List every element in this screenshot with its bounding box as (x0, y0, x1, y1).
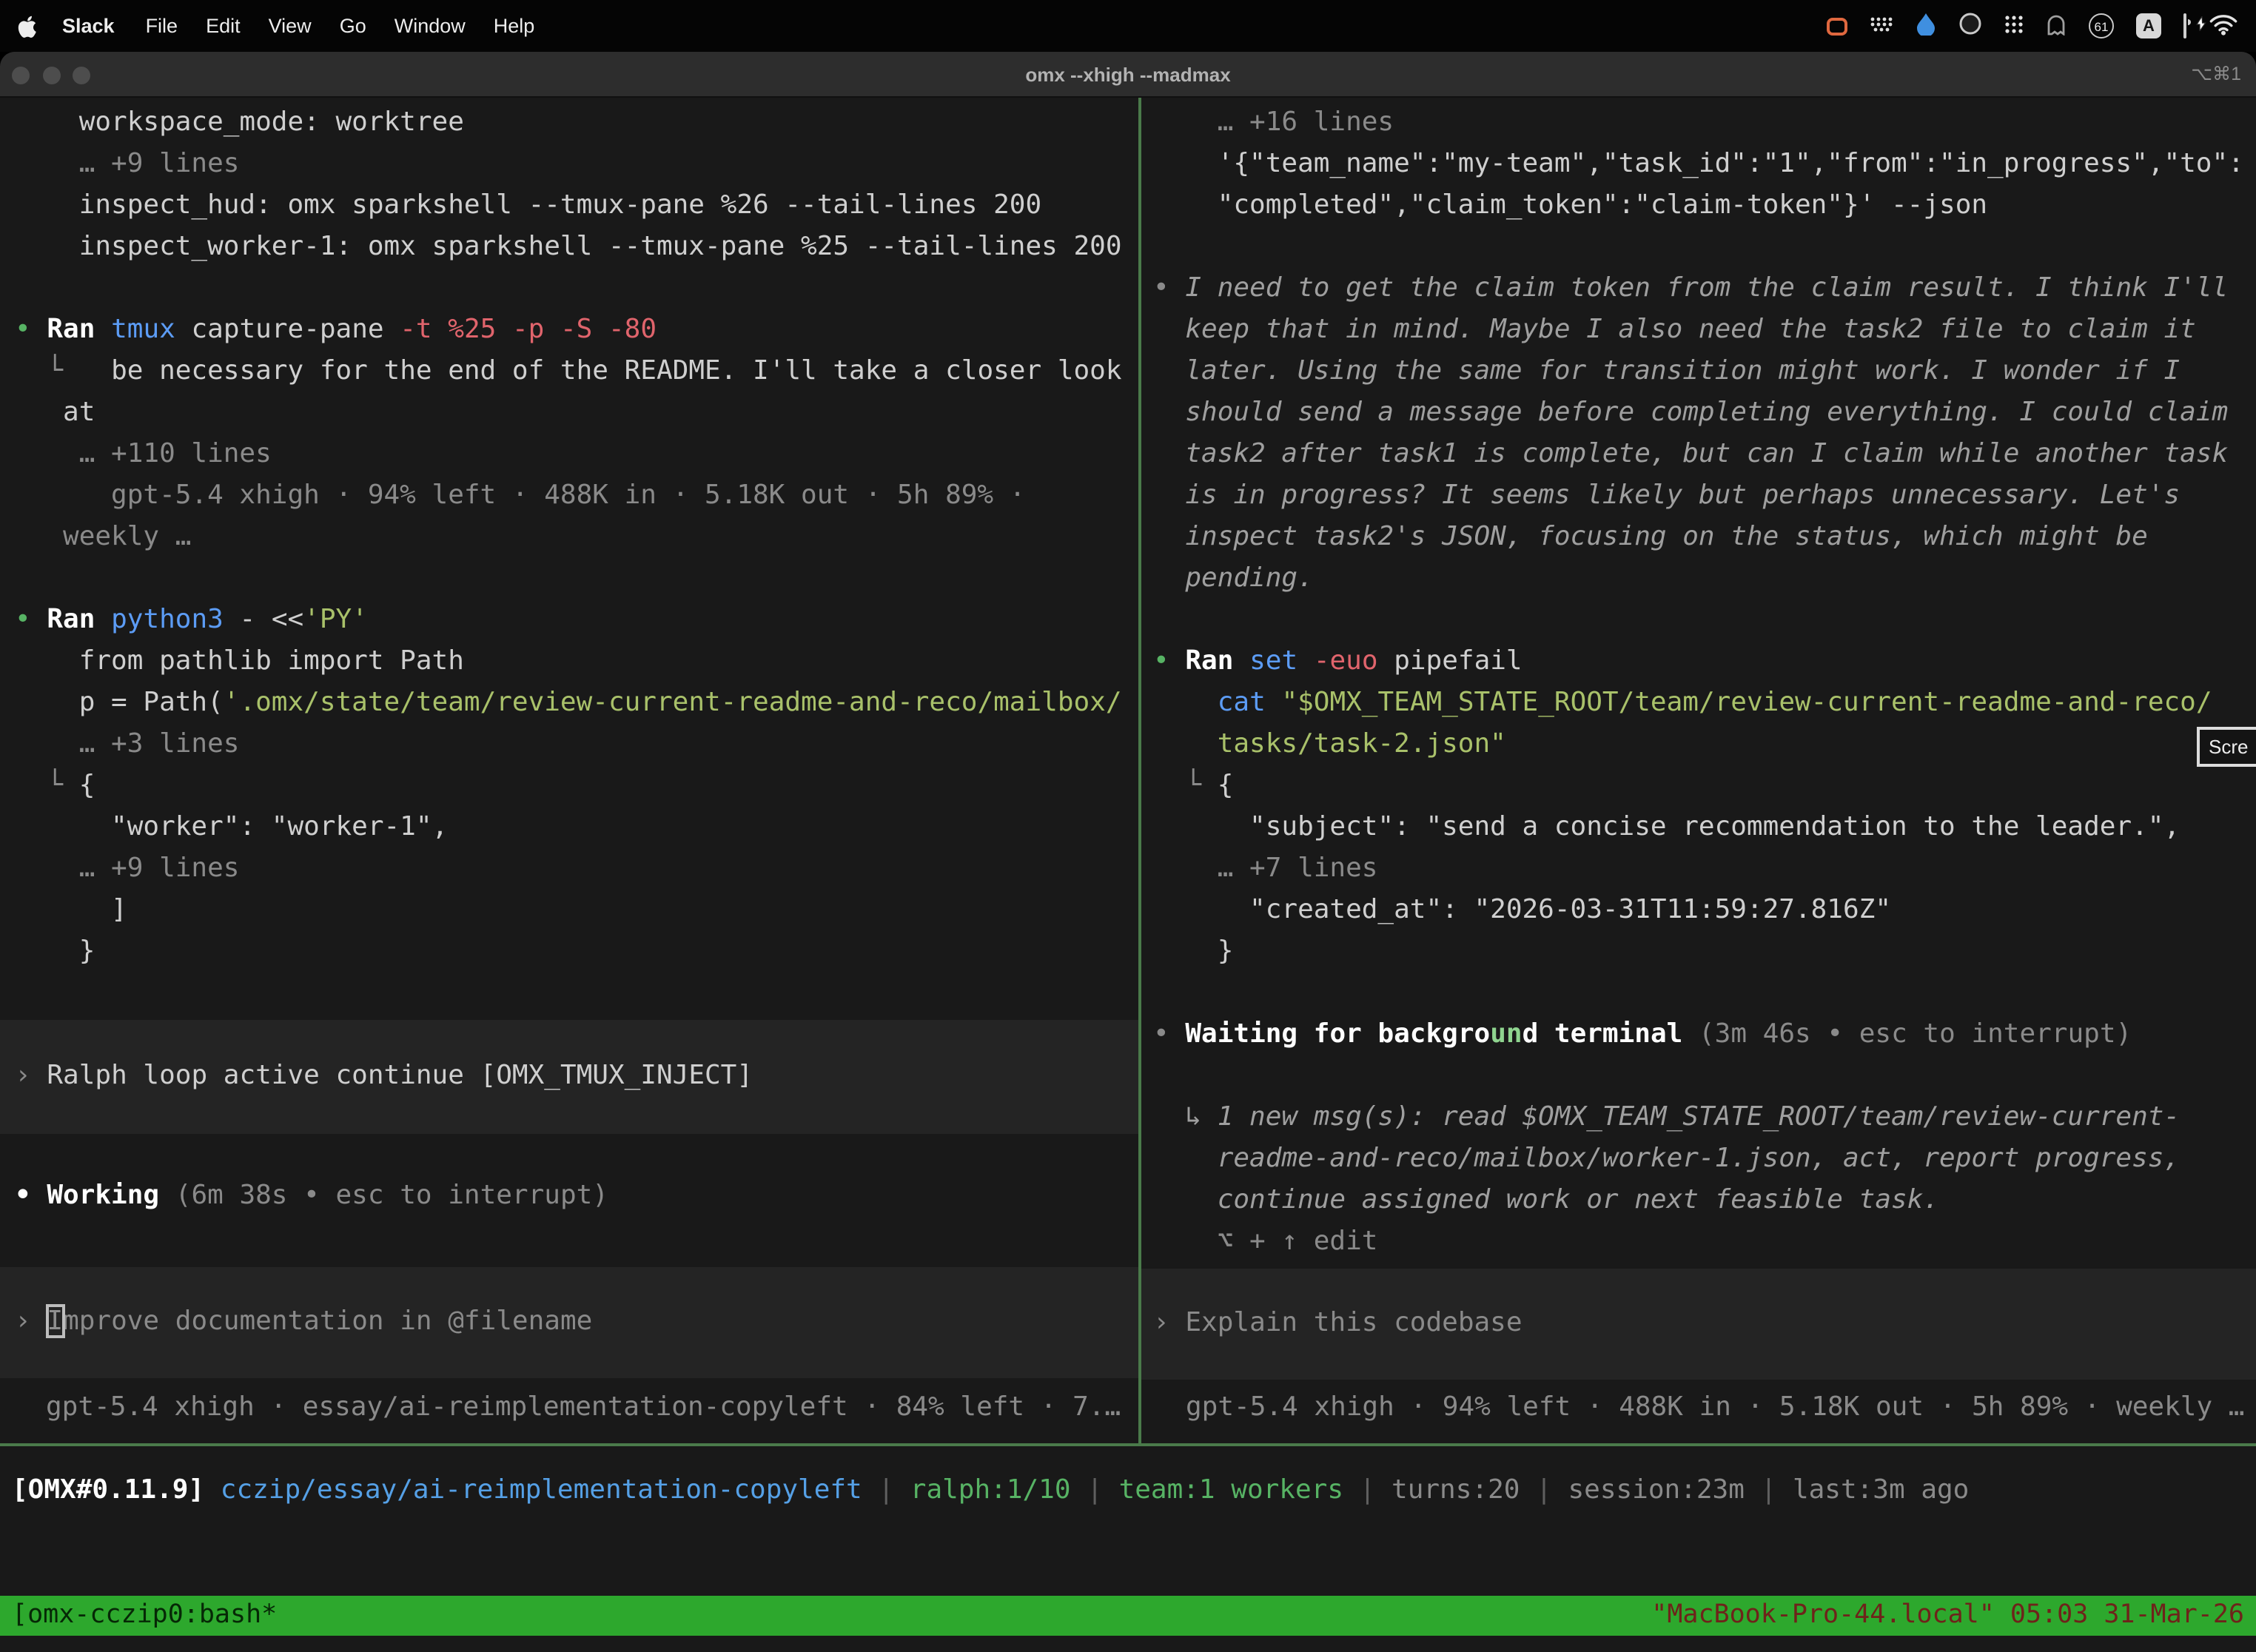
queued-prompt-line[interactable]: › Ralph loop active continue [OMX_TMUX_I… (0, 1020, 1138, 1134)
window-title-bar[interactable]: omx --xhigh --madmax ⌥⌘1 (0, 52, 2256, 98)
terminal-line: inspect task2's JSON, focusing on the st… (1153, 517, 2256, 558)
terminal-line: • Waiting for background terminal (3m 46… (1153, 1014, 2256, 1055)
terminal-line: } (15, 931, 1138, 973)
terminal-line (15, 558, 1138, 600)
terminal-line: "worker": "worker-1", (15, 807, 1138, 848)
terminal-line (1153, 226, 2256, 268)
disc-icon[interactable] (1958, 12, 1982, 40)
terminal-line: inspect_hud: omx sparkshell --tmux-pane … (15, 185, 1138, 226)
zoom-button[interactable] (73, 67, 90, 84)
left-pane-lines: workspace_mode: worktree … +9 lines insp… (15, 102, 1138, 1378)
window-title: omx --xhigh --madmax (0, 52, 2256, 98)
terminal-line (1153, 600, 2256, 641)
terminal-line: inspect_worker-1: omx sparkshell --tmux-… (15, 226, 1138, 268)
terminal-line: from pathlib import Path (15, 641, 1138, 682)
terminal-line: ↳ 1 new msg(s): read $OMX_TEAM_STATE_ROO… (1153, 1097, 2256, 1138)
terminal-line: gpt-5.4 xhigh · 94% left · 488K in · 5.1… (15, 475, 1138, 517)
terminal-line: └ { (1153, 765, 2256, 807)
terminal-line: └ be necessary for the end of the README… (15, 351, 1138, 392)
left-pane[interactable]: workspace_mode: worktree … +9 lines insp… (0, 98, 1138, 1443)
terminal-line: "completed","claim_token":"claim-token"}… (1153, 185, 2256, 226)
terminal-line: … +9 lines (15, 848, 1138, 890)
terminal-line: tasks/task-2.json" (1153, 724, 2256, 765)
minimize-button[interactable] (42, 67, 60, 84)
menu-help[interactable]: Help (494, 15, 535, 37)
wifi-icon[interactable] (2209, 13, 2238, 39)
composer-input-line[interactable]: › Explain this codebase (1141, 1269, 2256, 1380)
input-source-icon[interactable]: A (2136, 13, 2161, 38)
pane-status-left: gpt-5.4 xhigh · essay/ai-reimplementatio… (46, 1387, 1121, 1428)
percent-badge[interactable]: 61 (2089, 13, 2114, 38)
pane-divider-horizontal[interactable] (0, 1443, 2256, 1446)
terminal-line: • Ran tmux capture-pane -t %25 -p -S -80 (15, 309, 1138, 351)
screen-record-indicator-icon[interactable] (1827, 17, 1847, 35)
terminal-line: keep that in mind. Maybe I also need the… (1153, 309, 2256, 351)
terminal-content: workspace_mode: worktree … +9 lines insp… (0, 98, 2256, 1652)
terminal-line: } (1153, 931, 2256, 973)
terminal-line: • Ran set -euo pipefail (1153, 641, 2256, 682)
terminal-line: … +3 lines (15, 724, 1138, 765)
terminal-line: continue assigned work or next feasible … (1153, 1180, 2256, 1221)
terminal-line (1153, 1055, 2256, 1097)
terminal-line: should send a message before completing … (1153, 392, 2256, 434)
composer-input-line[interactable]: › Improve documentation in @filename (0, 1267, 1138, 1378)
terminal-line: • Working (6m 38s • esc to interrupt) (15, 1175, 1138, 1217)
terminal-line: … +110 lines (15, 434, 1138, 475)
terminal-line: … +7 lines (1153, 848, 2256, 890)
terminal-window: omx --xhigh --madmax ⌥⌘1 workspace_mode:… (0, 52, 2256, 1652)
drop-icon[interactable] (1916, 12, 1936, 40)
terminal-line: workspace_mode: worktree (15, 102, 1138, 144)
terminal-line: at (15, 392, 1138, 434)
menu-window[interactable]: Window (395, 15, 466, 37)
terminal-line: p = Path('.omx/state/team/review-current… (15, 682, 1138, 724)
terminal-line (15, 268, 1138, 309)
terminal-line: ⌥ + ↑ edit (1153, 1221, 2256, 1263)
terminal-line: pending. (1153, 558, 2256, 600)
menu-active-app[interactable]: Slack (62, 15, 115, 37)
terminal-line: ] (15, 890, 1138, 931)
terminal-line: "subject": "send a concise recommendatio… (1153, 807, 2256, 848)
terminal-line: '{"team_name":"my-team","task_id":"1","f… (1153, 144, 2256, 185)
tmux-session-label: [omx-cczip0:bash* (12, 1596, 277, 1636)
terminal-line (15, 1134, 1138, 1175)
terminal-line (1153, 973, 2256, 1014)
menu-status-icons: 61 A (1827, 0, 2238, 52)
right-pane-lines: … +16 lines '{"team_name":"my-team","tas… (1153, 102, 2256, 1380)
screen: Slack File Edit View Go Window Help (0, 0, 2256, 1652)
menu-edit[interactable]: Edit (206, 15, 241, 37)
terminal-line: cat "$OMX_TEAM_STATE_ROOT/team/review-cu… (1153, 682, 2256, 724)
terminal-line: task2 after task1 is complete, but can I… (1153, 434, 2256, 475)
pane-status-right: gpt-5.4 xhigh · 94% left · 488K in · 5.1… (1186, 1387, 2245, 1428)
window-shortcut-hint: ⌥⌘1 (2191, 52, 2241, 98)
close-button[interactable] (12, 67, 30, 84)
terminal-line: • Ran python3 - <<'PY' (15, 600, 1138, 641)
menu-bar: Slack File Edit View Go Window Help (0, 0, 2256, 52)
omx-hud-status-line: [OMX#0.11.9] cczip/essay/ai-reimplementa… (12, 1470, 1969, 1511)
terminal-line: … +9 lines (15, 144, 1138, 185)
tmux-status-bar: [omx-cczip0:bash* "MacBook-Pro-44.local"… (0, 1596, 2256, 1636)
terminal-line: • I need to get the claim token from the… (1153, 268, 2256, 309)
menu-file[interactable]: File (146, 15, 178, 37)
tmux-host-datetime: "MacBook-Pro-44.local" 05:03 31-Mar-26 (1651, 1596, 2244, 1636)
dots-grid-icon[interactable] (2004, 14, 2024, 38)
key-grid-icon[interactable] (1870, 15, 1893, 37)
terminal-line (15, 973, 1138, 1014)
terminal-line: … +16 lines (1153, 102, 2256, 144)
terminal-line: later. Using the same for transition mig… (1153, 351, 2256, 392)
menu-go[interactable]: Go (340, 15, 366, 37)
terminal-line: "created_at": "2026-03-31T11:59:27.816Z" (1153, 890, 2256, 931)
terminal-line: is in progress? It seems likely but perh… (1153, 475, 2256, 517)
apple-logo-icon[interactable] (18, 14, 37, 38)
clipped-overlay-box: Scre (2197, 727, 2256, 767)
right-pane[interactable]: … +16 lines '{"team_name":"my-team","tas… (1141, 98, 2256, 1443)
menu-view[interactable]: View (269, 15, 312, 37)
terminal-line: weekly … (15, 517, 1138, 558)
ghost-icon[interactable] (2046, 13, 2067, 39)
battery-charging-icon[interactable] (2183, 15, 2186, 37)
terminal-line: readme-and-reco/mailbox/worker-1.json, a… (1153, 1138, 2256, 1180)
pane-divider-vertical[interactable] (1138, 98, 1141, 1443)
terminal-line: └ { (15, 765, 1138, 807)
